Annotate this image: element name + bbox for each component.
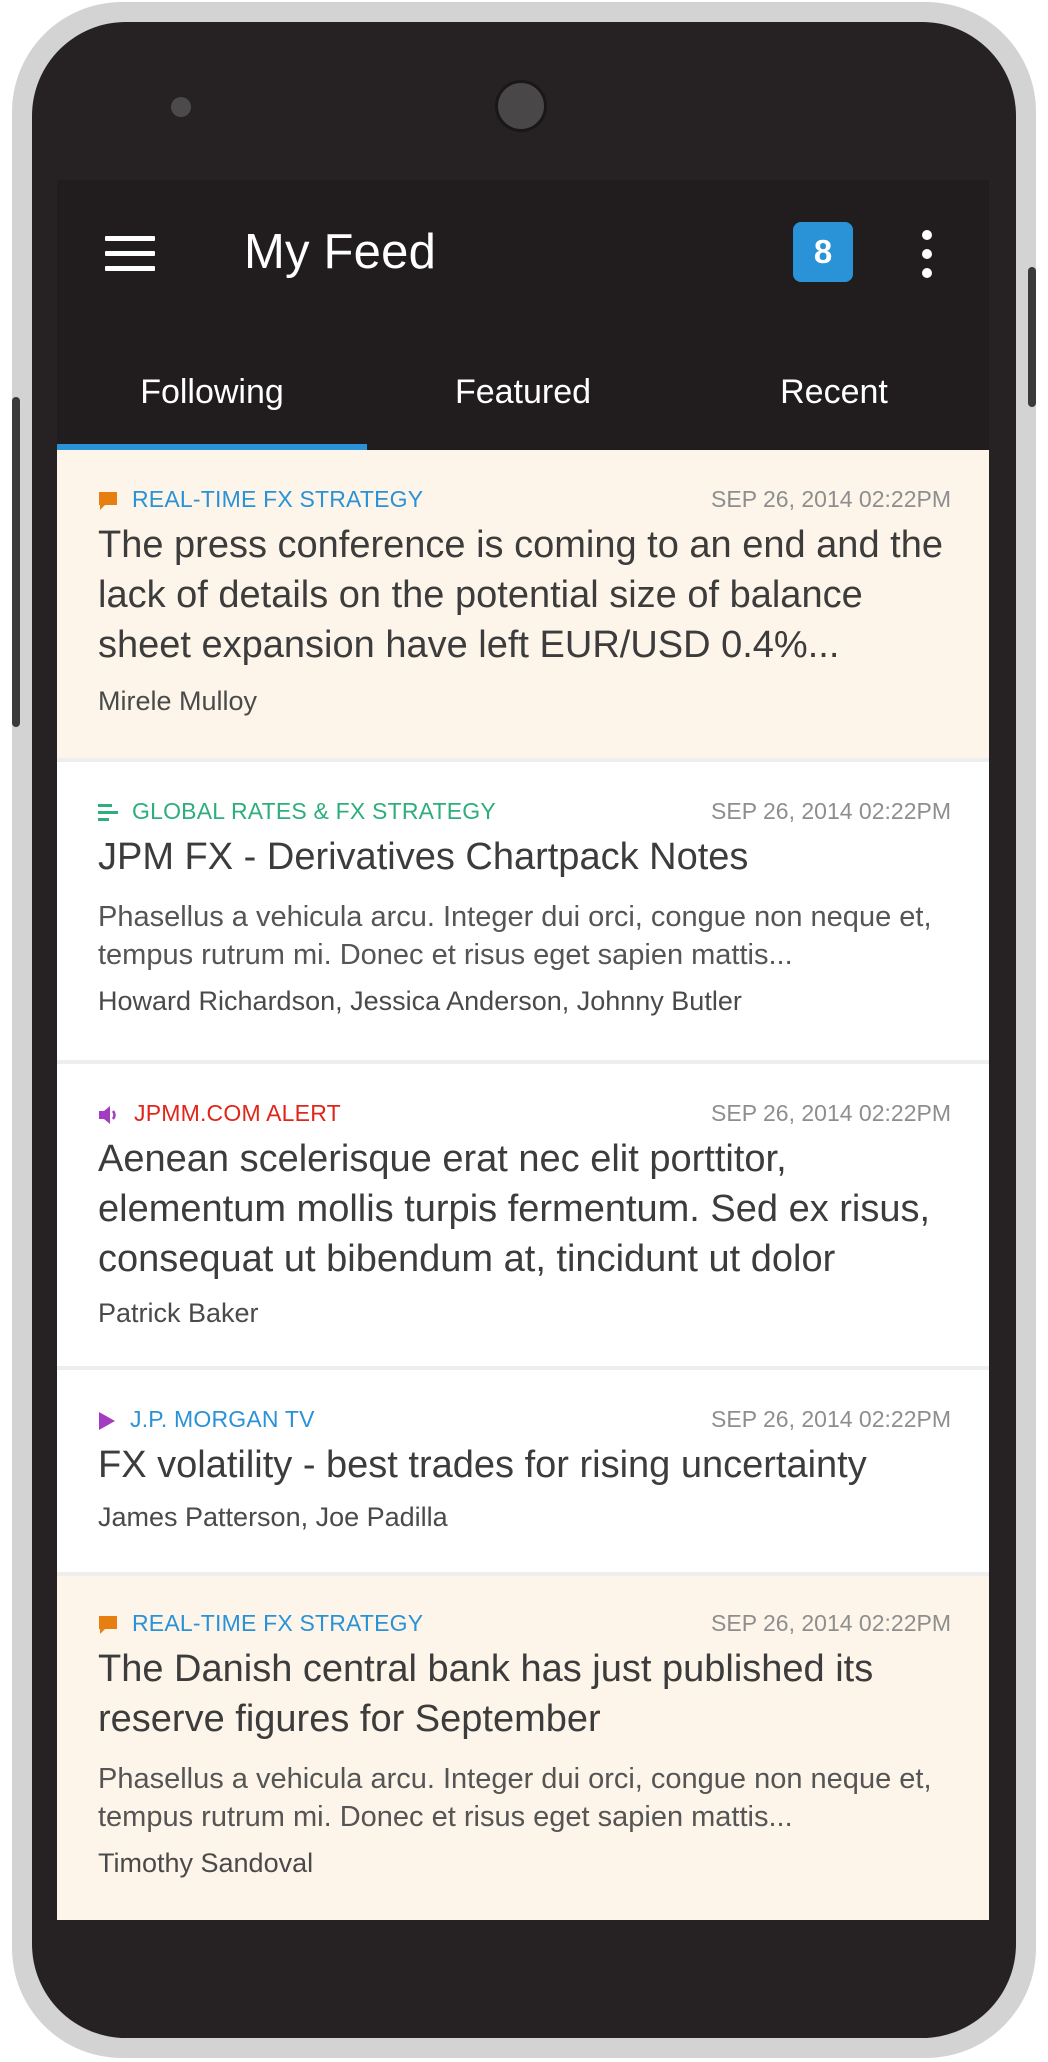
item-authors: Patrick Baker xyxy=(98,1298,259,1328)
chat-bubble-icon xyxy=(99,1615,117,1634)
feed-item[interactable]: J.P. MORGAN TV SEP 26, 2014 02:22PM FX v… xyxy=(57,1370,989,1576)
tab-bar: Following Featured Recent xyxy=(57,350,989,450)
item-date: SEP 26, 2014 02:22PM xyxy=(711,1610,951,1636)
item-authors: Timothy Sandoval xyxy=(98,1848,314,1878)
notification-badge[interactable]: 8 xyxy=(793,222,853,282)
app-bar: My Feed 8 Following Featured Recent xyxy=(57,180,989,450)
item-snippet: Phasellus a vehicula arcu. Integer dui o… xyxy=(98,1763,932,1833)
tab-label: Recent xyxy=(780,373,888,411)
item-headline: The Danish central bank has just publish… xyxy=(98,1648,874,1740)
item-date: SEP 26, 2014 02:22PM xyxy=(711,1406,951,1432)
tab-label: Featured xyxy=(454,373,592,411)
item-authors: Howard Richardson, Jessica Anderson, Joh… xyxy=(98,986,742,1016)
power-button xyxy=(1028,267,1036,407)
category-row: REAL-TIME FX STRATEGY xyxy=(98,486,423,513)
item-snippet: Phasellus a vehicula arcu. Integer dui o… xyxy=(98,901,932,971)
feed-item[interactable]: GLOBAL RATES & FX STRATEGY SEP 26, 2014 … xyxy=(57,762,989,1064)
item-date: SEP 26, 2014 02:22PM xyxy=(711,486,951,512)
item-authors: Mirele Mulloy xyxy=(98,686,258,716)
more-vertical-icon[interactable] xyxy=(917,230,937,278)
category-row: GLOBAL RATES & FX STRATEGY xyxy=(98,798,496,825)
chat-bubble-icon xyxy=(99,491,117,510)
app-screen: My Feed 8 Following Featured Recent REAL xyxy=(57,180,989,1920)
category-label: REAL-TIME FX STRATEGY xyxy=(132,486,424,512)
category-label: JPMM.COM ALERT xyxy=(134,1100,341,1126)
tab-featured[interactable]: Featured xyxy=(368,350,678,450)
category-row: REAL-TIME FX STRATEGY xyxy=(98,1610,423,1637)
category-row: J.P. MORGAN TV xyxy=(98,1406,315,1433)
tab-label: Following xyxy=(140,373,284,411)
feed-item[interactable]: JPMM.COM ALERT SEP 26, 2014 02:22PM Aene… xyxy=(57,1064,989,1370)
page-title: My Feed xyxy=(244,225,437,279)
item-headline: FX volatility - best trades for rising u… xyxy=(98,1444,867,1486)
item-date: SEP 26, 2014 02:22PM xyxy=(711,798,951,824)
item-headline: JPM FX - Derivatives Chartpack Notes xyxy=(98,836,749,878)
feed-item[interactable]: REAL-TIME FX STRATEGY SEP 26, 2014 02:22… xyxy=(57,450,989,762)
volume-button xyxy=(12,397,20,727)
item-headline: Aenean scelerisque erat nec elit porttit… xyxy=(98,1138,931,1280)
category-label: REAL-TIME FX STRATEGY xyxy=(132,1610,424,1636)
front-camera xyxy=(495,80,547,132)
feed-item[interactable]: REAL-TIME FX STRATEGY SEP 26, 2014 02:22… xyxy=(57,1576,989,1920)
category-label: GLOBAL RATES & FX STRATEGY xyxy=(132,798,496,824)
item-authors: James Patterson, Joe Padilla xyxy=(98,1502,448,1532)
tab-following[interactable]: Following xyxy=(57,350,367,450)
play-icon xyxy=(99,1411,115,1430)
category-label: J.P. MORGAN TV xyxy=(130,1406,315,1432)
document-lines-icon xyxy=(98,803,118,821)
item-date: SEP 26, 2014 02:22PM xyxy=(711,1100,951,1126)
speaker-icon xyxy=(99,1105,116,1124)
tab-recent[interactable]: Recent xyxy=(679,350,989,450)
item-headline: The press conference is coming to an end… xyxy=(98,524,943,666)
proximity-sensor xyxy=(171,97,191,117)
hamburger-menu-icon[interactable] xyxy=(105,236,155,272)
category-row: JPMM.COM ALERT xyxy=(98,1100,341,1127)
